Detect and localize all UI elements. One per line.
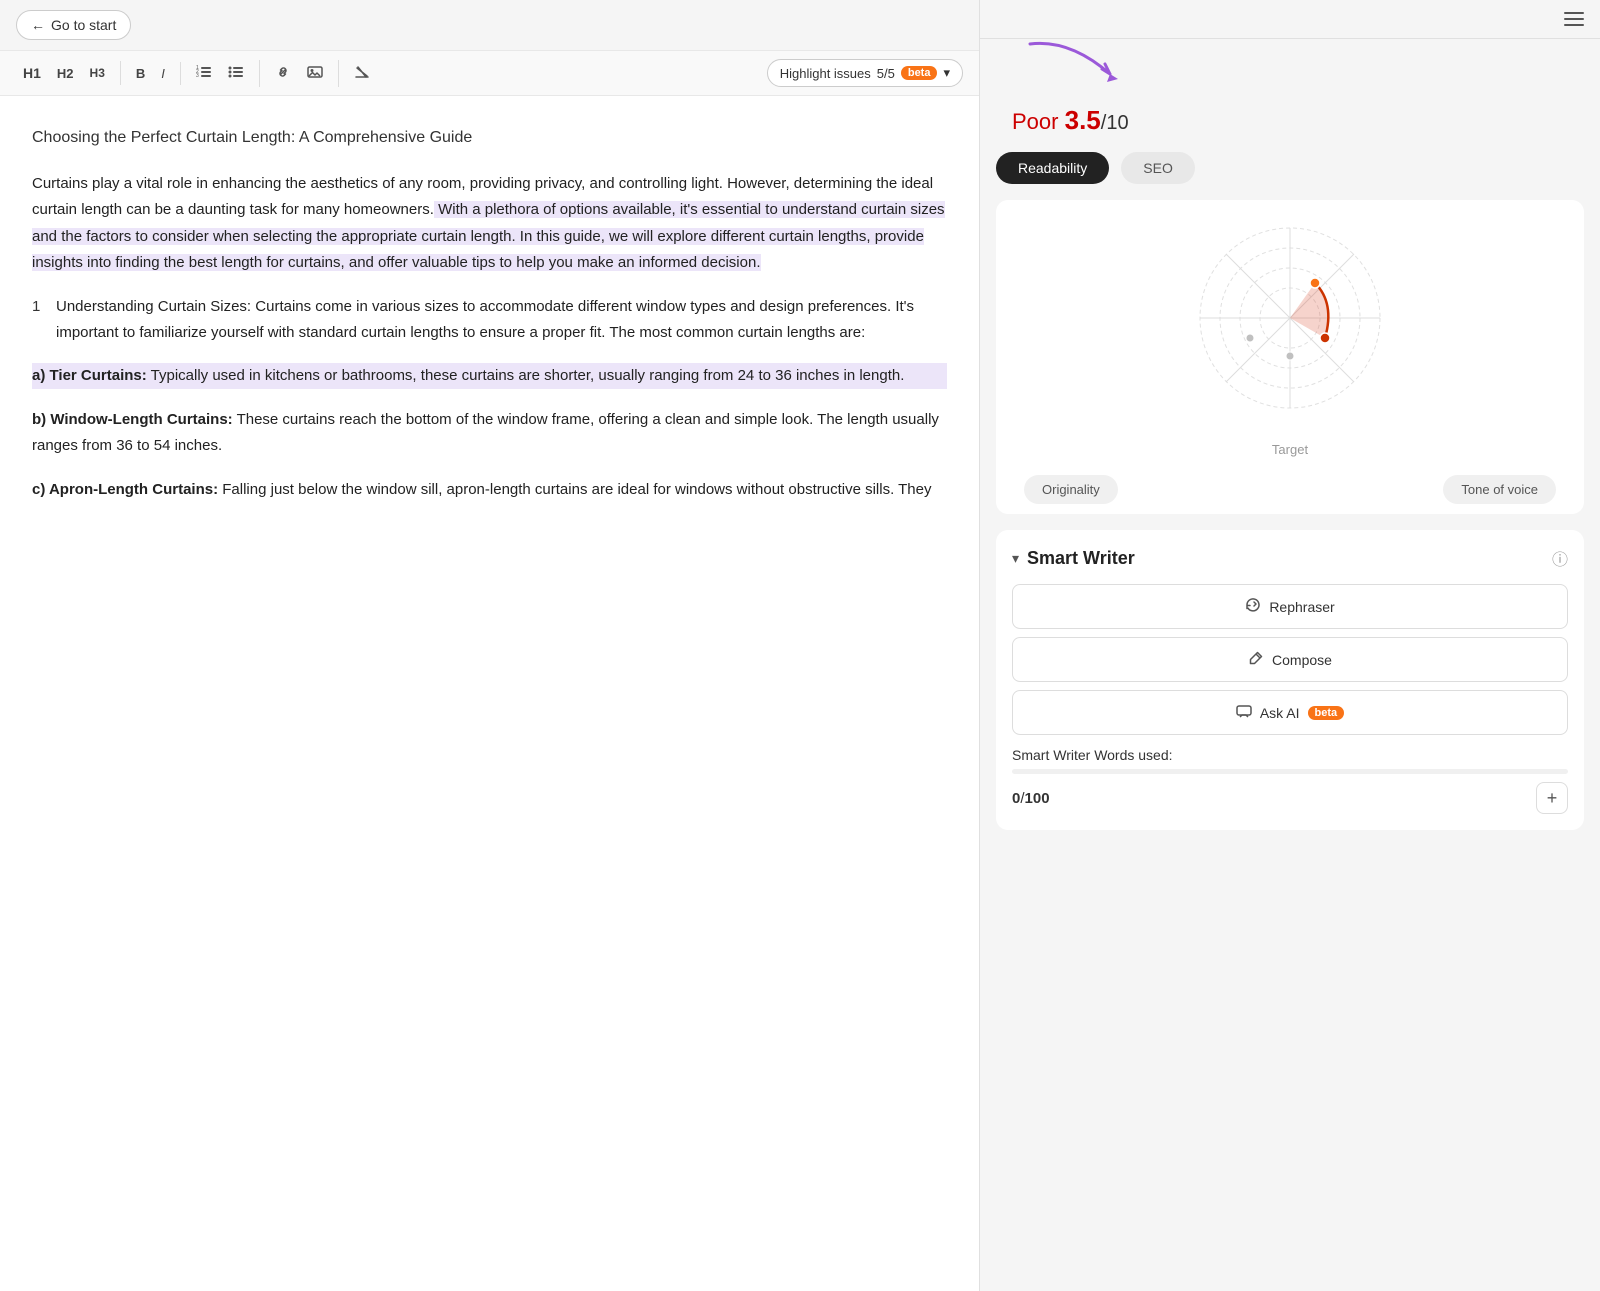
smart-writer-title-row: ▾ Smart Writer: [1012, 548, 1135, 569]
collapse-icon[interactable]: ▾: [1012, 550, 1019, 567]
list-item-1: 1 Understanding Curtain Sizes: Curtains …: [32, 294, 947, 347]
ask-ai-label: Ask AI: [1260, 705, 1300, 721]
smart-writer-title: Smart Writer: [1027, 548, 1135, 569]
arrow-left-icon: ←: [31, 17, 45, 33]
go-to-start-label: Go to start: [51, 17, 116, 33]
score-denom: /10: [1101, 112, 1129, 134]
radar-bottom-tabs: Originality Tone of voice: [1012, 465, 1568, 514]
left-panel: ← Go to start H1 H2 H3 B I 123: [0, 0, 980, 1291]
tier-curtains-item: a) Tier Curtains: Typically used in kitc…: [32, 363, 947, 389]
words-progress-bar: [1012, 769, 1568, 774]
rephraser-label: Rephraser: [1269, 599, 1334, 615]
words-used-label: Smart Writer Words used:: [1012, 747, 1568, 763]
highlight-count: 5/5: [877, 66, 895, 81]
radar-chart: [1012, 208, 1568, 438]
list-num-1: 1: [32, 294, 48, 347]
ordered-list-button[interactable]: 123: [189, 60, 219, 87]
originality-tab[interactable]: Originality: [1024, 475, 1118, 504]
beta-badge: beta: [901, 66, 938, 80]
clear-format-button[interactable]: [347, 60, 377, 87]
words-count-display: 0/100: [1012, 790, 1050, 807]
image-button[interactable]: [300, 60, 330, 87]
unordered-list-button[interactable]: [221, 60, 251, 87]
window-label: b) Window-Length Curtains:: [32, 411, 233, 428]
toolbar: H1 H2 H3 B I 123: [0, 51, 979, 96]
paragraph-1: Curtains play a vital role in enhancing …: [32, 171, 947, 276]
readability-tab[interactable]: Readability: [996, 152, 1109, 184]
clear-group: [347, 60, 385, 87]
score-number: 3.5: [1065, 105, 1101, 135]
words-total-num: 100: [1025, 790, 1050, 807]
words-used-num: 0: [1012, 790, 1020, 807]
ask-ai-icon: [1236, 703, 1252, 722]
tier-label: a) Tier Curtains:: [32, 367, 147, 384]
ask-ai-button[interactable]: Ask AI beta: [1012, 690, 1568, 735]
h3-button[interactable]: H3: [83, 62, 112, 84]
target-label: Target: [1272, 442, 1308, 457]
smart-writer-section: ▾ Smart Writer ⓘ Rephraser Compose Ask A…: [996, 530, 1584, 830]
h1-button[interactable]: H1: [16, 61, 48, 85]
rephraser-button[interactable]: Rephraser: [1012, 584, 1568, 629]
heading-group: H1 H2 H3: [16, 61, 121, 85]
apron-label: c) Apron-Length Curtains:: [32, 481, 218, 498]
highlight-issues-label: Highlight issues: [780, 66, 871, 81]
italic-button[interactable]: I: [154, 62, 172, 85]
score-display: Poor 3.5/10: [1012, 105, 1576, 136]
highlight-issues-button[interactable]: Highlight issues 5/5 beta ▾: [767, 59, 963, 87]
list-group: 123: [189, 60, 260, 87]
document-title: Choosing the Perfect Curtain Length: A C…: [32, 124, 947, 151]
menu-icon[interactable]: [1564, 12, 1584, 26]
score-section: Poor 3.5/10: [980, 39, 1600, 144]
arrow-decoration: [1010, 34, 1170, 109]
add-words-button[interactable]: +: [1536, 782, 1568, 814]
seo-tab[interactable]: SEO: [1121, 152, 1195, 184]
bold-button[interactable]: B: [129, 62, 152, 85]
compose-button[interactable]: Compose: [1012, 637, 1568, 682]
score-label: Poor: [1012, 109, 1058, 134]
words-count-row: 0/100 +: [1012, 782, 1568, 814]
info-icon[interactable]: ⓘ: [1552, 546, 1568, 570]
top-bar: ← Go to start: [0, 0, 979, 51]
link-button[interactable]: [268, 60, 298, 87]
window-length-item: b) Window-Length Curtains: These curtain…: [32, 407, 947, 460]
analysis-tabs: Readability SEO: [980, 144, 1600, 200]
editor-area[interactable]: Choosing the Perfect Curtain Length: A C…: [0, 96, 979, 1291]
go-to-start-button[interactable]: ← Go to start: [16, 10, 131, 40]
compose-icon: [1248, 650, 1264, 669]
h2-button[interactable]: H2: [50, 62, 81, 85]
svg-text:3: 3: [196, 73, 199, 79]
compose-label: Compose: [1272, 652, 1332, 668]
insert-group: [268, 60, 339, 87]
apron-text: Falling just below the window sill, apro…: [218, 481, 931, 498]
smart-writer-header: ▾ Smart Writer ⓘ: [1012, 546, 1568, 570]
tone-of-voice-tab[interactable]: Tone of voice: [1443, 475, 1556, 504]
ask-ai-beta-badge: beta: [1308, 706, 1345, 720]
right-panel: Poor 3.5/10 Readability SEO: [980, 0, 1600, 1291]
format-group: B I: [129, 62, 181, 85]
rephraser-icon: [1245, 597, 1261, 616]
tier-text: Typically used in kitchens or bathrooms,…: [147, 367, 905, 384]
radar-container: Target Originality Tone of voice: [996, 200, 1584, 514]
chevron-down-icon: ▾: [943, 65, 950, 81]
apron-length-item: c) Apron-Length Curtains: Falling just b…: [32, 477, 947, 503]
list-item-1-text: Understanding Curtain Sizes: Curtains co…: [56, 294, 947, 347]
